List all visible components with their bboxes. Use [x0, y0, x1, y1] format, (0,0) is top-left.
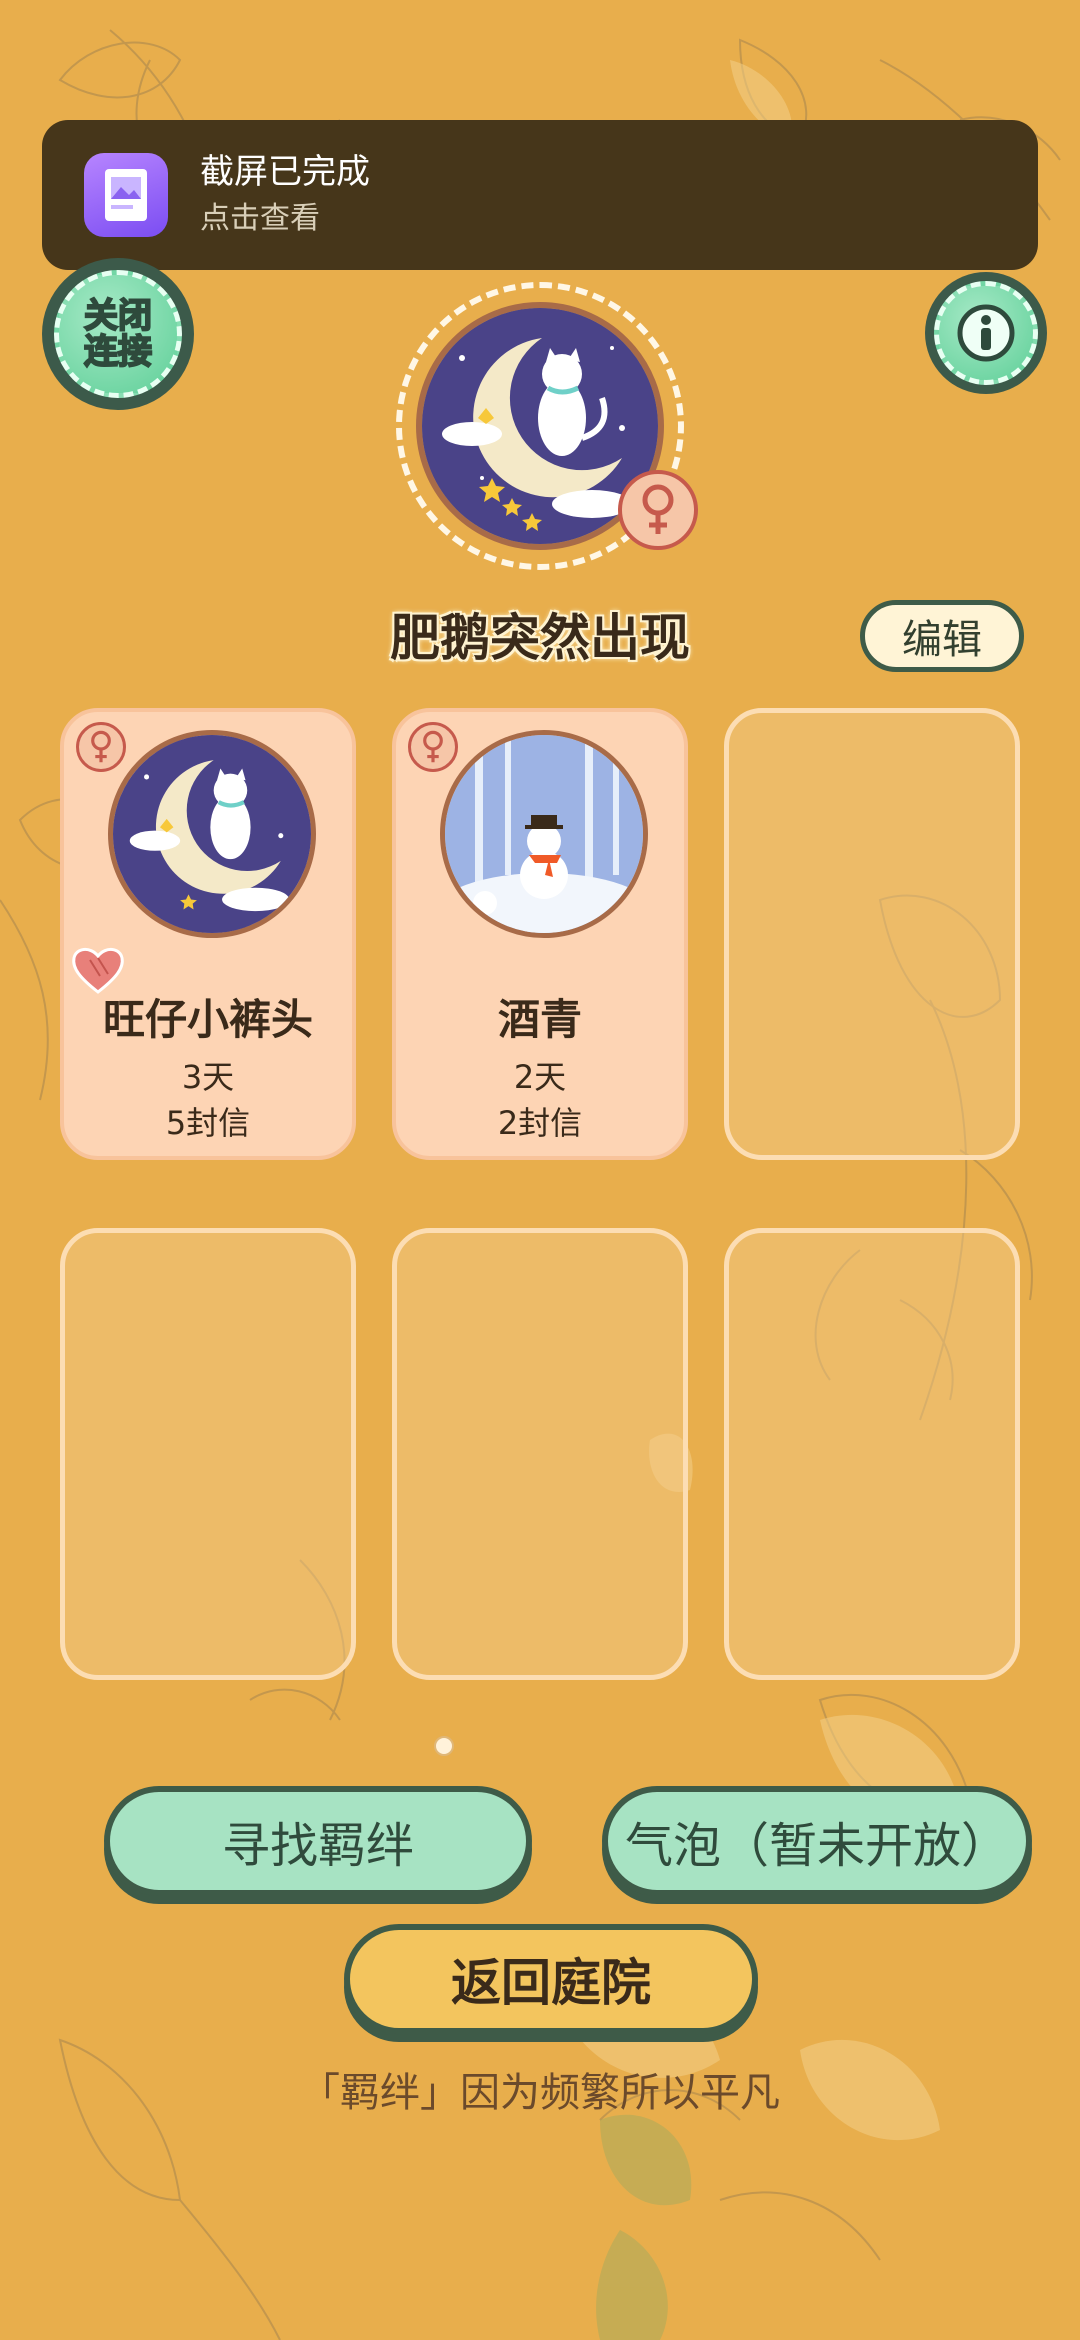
page-indicator-dot [434, 1736, 454, 1756]
close-connection-button[interactable]: 关闭连接 [42, 258, 194, 410]
empty-bond-slot[interactable] [724, 1228, 1020, 1680]
screenshot-notification[interactable]: 截屏已完成 点击查看 [42, 120, 1038, 270]
notification-subtitle: 点击查看 [200, 201, 320, 236]
find-bond-button[interactable]: 寻找羁绊 [104, 1786, 532, 1896]
female-gender-icon [76, 722, 126, 772]
info-button[interactable] [925, 272, 1047, 394]
female-gender-icon [408, 722, 458, 772]
profile-name: 肥鹅突然出现 [390, 609, 690, 667]
bond-avatar [440, 730, 648, 938]
info-icon [957, 304, 1015, 362]
return-courtyard-button[interactable]: 返回庭院 [344, 1924, 758, 2034]
bond-letters: 2封信 [497, 1104, 583, 1142]
bond-avatar [108, 730, 316, 938]
edit-button[interactable]: 编辑 [860, 600, 1024, 672]
female-gender-icon [618, 470, 698, 550]
bond-letters: 5封信 [165, 1104, 251, 1142]
empty-bond-slot[interactable] [724, 708, 1020, 1160]
bond-name: 旺仔小裤头 [102, 995, 313, 1044]
bond-name: 酒青 [497, 995, 582, 1044]
bond-days: 2天 [513, 1058, 567, 1096]
footer-quote: 「羁绊」因为频繁所以平凡 [300, 2070, 780, 2116]
notification-title: 截屏已完成 [200, 152, 370, 192]
screenshot-icon [84, 153, 168, 237]
bond-card[interactable]: 旺仔小裤头 3天 5封信 [60, 708, 356, 1160]
bond-days: 3天 [181, 1058, 235, 1096]
empty-bond-slot[interactable] [60, 1228, 356, 1680]
close-connection-label: 关闭连接 [83, 296, 153, 372]
bubble-button[interactable]: 气泡（暂未开放） [602, 1786, 1032, 1896]
bond-card[interactable]: 酒青 2天 2封信 [392, 708, 688, 1160]
empty-bond-slot[interactable] [392, 1228, 688, 1680]
